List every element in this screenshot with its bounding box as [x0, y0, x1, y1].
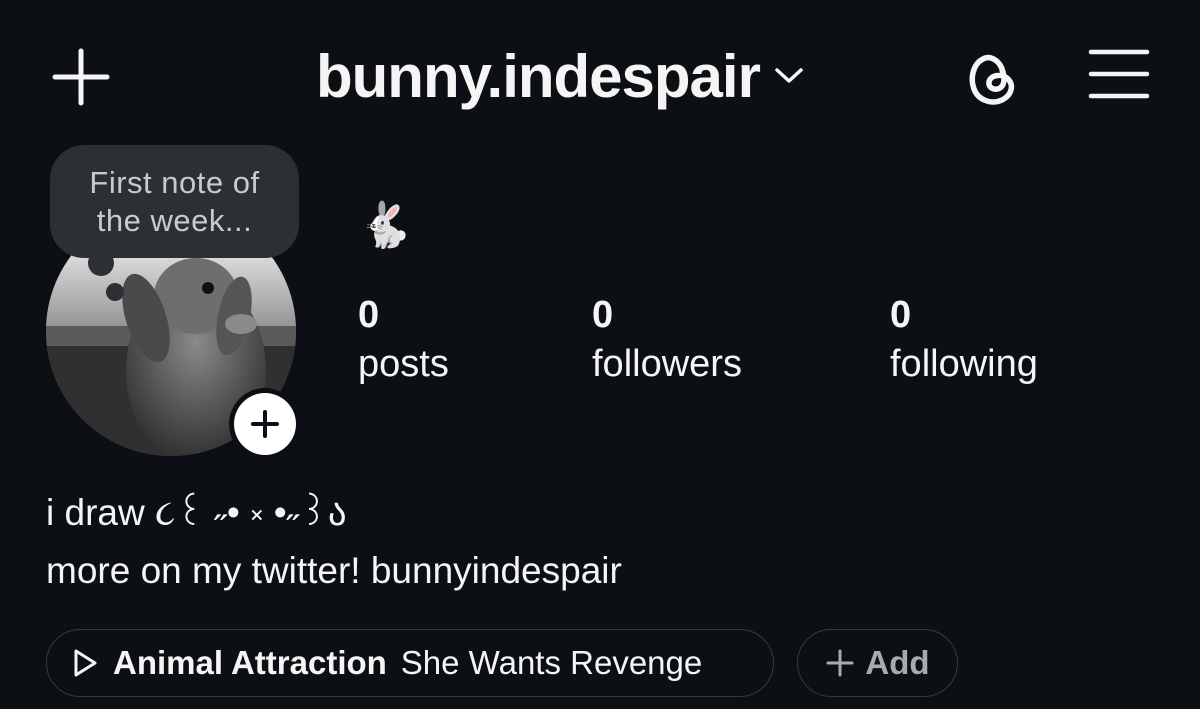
bio-line: i draw ૮꒰ ˶• ༝ •˶꒱ა	[46, 492, 347, 533]
profile-music-button[interactable]: Animal Attraction She Wants Revenge	[46, 629, 774, 697]
threads-icon	[969, 54, 1015, 105]
plus-icon	[826, 649, 854, 677]
chevron-down-icon	[775, 68, 803, 83]
new-post-button[interactable]	[46, 42, 116, 112]
note-bubble[interactable]: First note of the week...	[50, 145, 299, 258]
menu-button[interactable]	[1084, 44, 1154, 104]
profile-username: bunny.indespair	[316, 42, 761, 110]
hamburger-menu-icon	[1088, 49, 1150, 99]
stat-following[interactable]: 0 following	[890, 292, 1038, 390]
stat-count: 0	[890, 294, 912, 336]
bio-line: more on my twitter! bunnyindespair	[46, 550, 622, 591]
stat-count: 0	[358, 294, 380, 336]
plus-icon	[52, 48, 110, 106]
note-text: First note of the week...	[89, 164, 260, 238]
play-icon	[74, 649, 97, 677]
plus-icon	[251, 410, 279, 438]
song-artist: She Wants Revenge	[400, 644, 703, 681]
add-button[interactable]: Add	[797, 629, 958, 697]
song-title: Animal Attraction	[113, 644, 387, 681]
stat-count: 0	[592, 294, 614, 336]
add-story-button[interactable]	[229, 388, 301, 460]
threads-button[interactable]	[958, 44, 1026, 112]
stat-followers[interactable]: 0 followers	[592, 292, 742, 390]
stat-label: following	[890, 343, 1038, 385]
note-bubble-tail-dot	[106, 283, 124, 301]
stat-posts[interactable]: 0 posts	[358, 292, 449, 390]
bio: i draw ૮꒰ ˶• ༝ •˶꒱ა more on my twitter! …	[46, 484, 1146, 600]
stat-label: followers	[592, 343, 742, 385]
stat-label: posts	[358, 343, 449, 385]
profile-display-name: 🐇	[358, 201, 413, 250]
account-switcher[interactable]: bunny.indespair	[316, 38, 804, 114]
add-label: Add	[865, 644, 930, 681]
